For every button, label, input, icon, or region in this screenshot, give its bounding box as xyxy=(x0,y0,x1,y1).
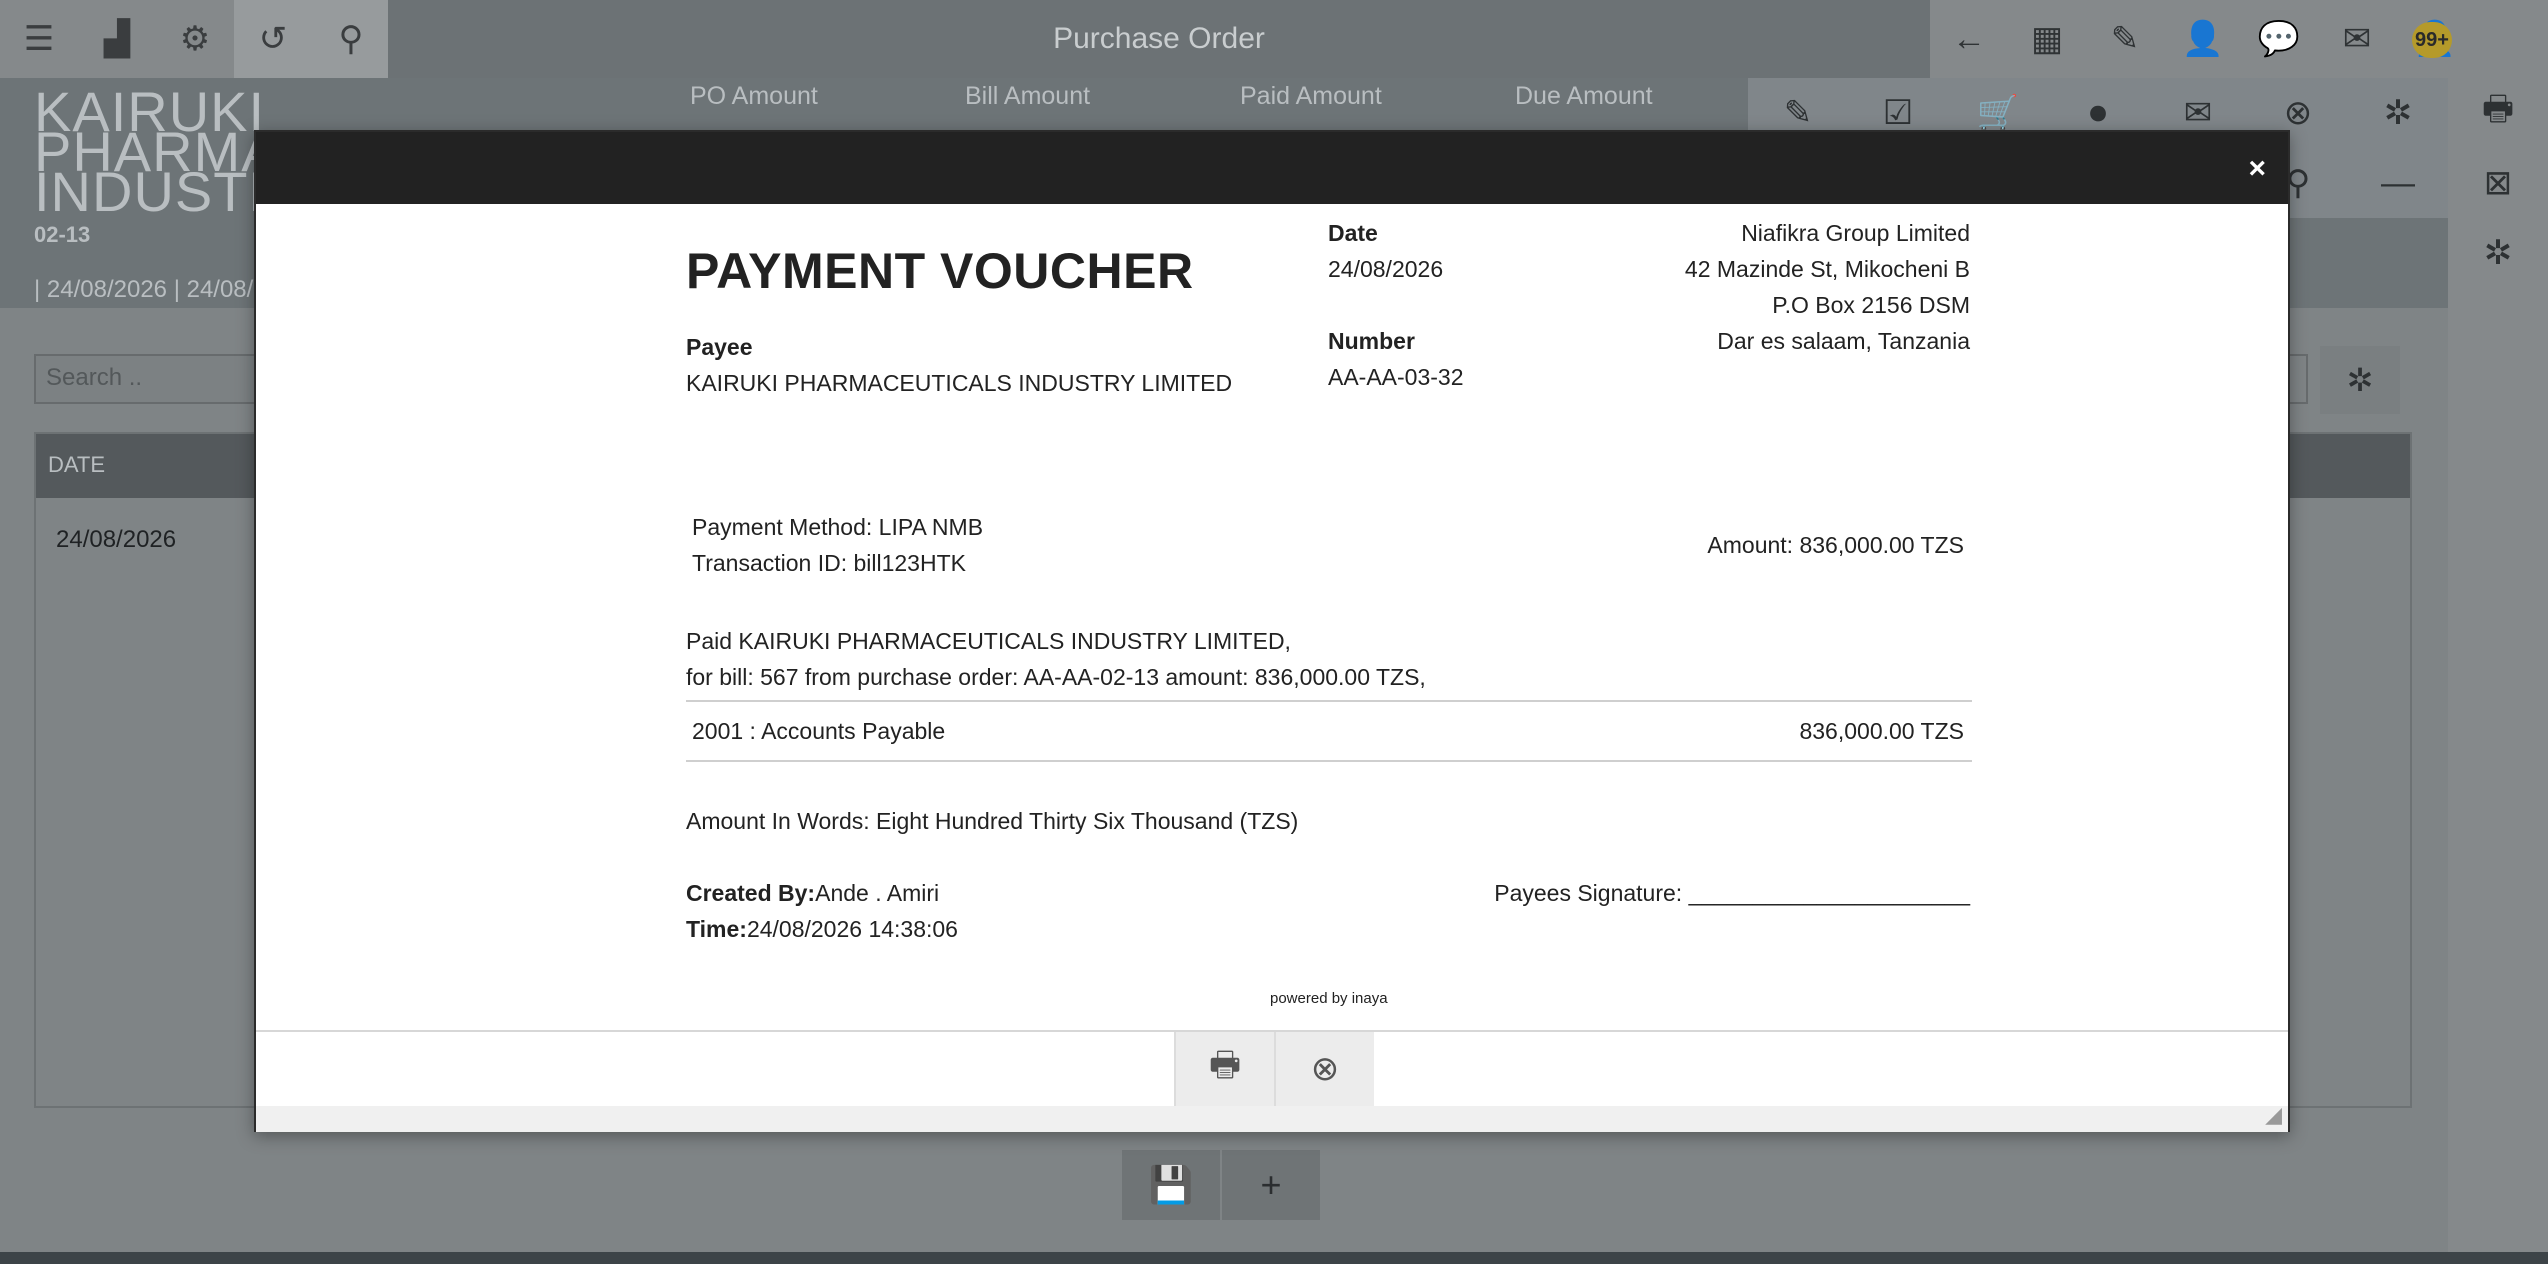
ledger-account: 2001 : Accounts Payable xyxy=(692,718,946,744)
created-by: Created By:Ande . Amiri xyxy=(686,880,939,907)
payment-method: Payment Method: LIPA NMB xyxy=(692,514,984,540)
notification-badge: 99+ xyxy=(2412,22,2452,58)
row-date: 24/08/2026 xyxy=(56,526,177,553)
date-label: Date xyxy=(1328,220,1378,246)
issuer-address-3: Dar es salaam, Tanzania xyxy=(1717,328,1970,354)
divider xyxy=(686,700,1972,702)
plus-icon: + xyxy=(1260,1164,1282,1205)
modal-resize-bar: ◢ xyxy=(256,1102,2288,1132)
voucher-date: 24/08/2026 xyxy=(1328,256,1444,282)
bottom-strip xyxy=(0,1252,2548,1264)
time-value: 24/08/2026 14:38:06 xyxy=(746,916,958,942)
spinner-icon: ✲ xyxy=(2346,362,2374,398)
cancel-icon: ⊗ xyxy=(1310,1050,1340,1088)
top-right-toolbar: ← ▦ ✎ 👤 xyxy=(1930,0,2242,78)
page-title-bar: Purchase Order xyxy=(388,0,1930,78)
divider xyxy=(686,760,1972,762)
company-name: KAIRUKI PHARMACEUTICALS INDUSTRY xyxy=(34,92,274,212)
bottom-toolbar: 💾 + xyxy=(1122,1150,1320,1220)
amount-in-words: Amount In Words: Eight Hundred Thirty Si… xyxy=(686,808,1299,834)
voucher-document: PAYMENT VOUCHER Payee KAIRUKI PHARMACEUT… xyxy=(256,204,2288,1030)
created-by-label: Created By: xyxy=(686,880,816,906)
order-ref: 02-13 xyxy=(34,222,91,247)
chat-icon[interactable]: 💬 xyxy=(2240,0,2318,78)
users-icon[interactable]: 👤 xyxy=(2164,0,2242,78)
menu-icon[interactable]: ☰ xyxy=(0,0,78,78)
search-input[interactable]: Search .. xyxy=(34,354,264,404)
page-title: Purchase Order xyxy=(1053,22,1265,55)
close-button[interactable]: ⊗ xyxy=(1274,1032,1374,1106)
powered-by: powered by inaya xyxy=(1270,990,1388,1007)
ledger-amount: 836,000.00 TZS xyxy=(1799,718,1964,744)
tab-bill-amount[interactable]: Bill Amount xyxy=(965,82,1240,111)
number-label: Number xyxy=(1328,328,1415,354)
mail-icon[interactable]: ✉ xyxy=(2318,0,2396,78)
print-icon[interactable]: 🖶 xyxy=(2448,78,2548,148)
gears-icon[interactable]: ⚙ xyxy=(156,0,234,78)
minus-icon[interactable]: — xyxy=(2348,148,2448,218)
modal-titlebar[interactable]: × xyxy=(256,132,2288,204)
issuer-address-1: 42 Mazinde St, Mikocheni B xyxy=(1684,256,1970,282)
side-toolbar: 🖶 ⊠ ✲ xyxy=(2448,78,2548,1264)
payment-voucher-modal: × PAYMENT VOUCHER Payee KAIRUKI PHARMACE… xyxy=(254,130,2290,1132)
tab-po-amount[interactable]: PO Amount xyxy=(690,82,965,111)
payee-label: Payee xyxy=(686,334,753,360)
modal-footer: 🖶 ⊗ xyxy=(256,1030,2288,1106)
voucher-title: PAYMENT VOUCHER xyxy=(686,243,1194,299)
save-icon: 💾 xyxy=(1148,1164,1194,1205)
spinner-icon[interactable]: ✲ xyxy=(2348,78,2448,148)
payee-signature: Payees Signature: ______________________ xyxy=(1494,880,1970,906)
payment-amount: Amount: 836,000.00 TZS xyxy=(1707,532,1964,558)
spinner-icon[interactable]: ✲ xyxy=(2448,218,2548,288)
transaction-id: Transaction ID: bill123HTK xyxy=(692,550,966,576)
payee-name: KAIRUKI PHARMACEUTICALS INDUSTRY LIMITED xyxy=(686,370,1233,396)
issuer-address-2: P.O Box 2156 DSM xyxy=(1772,292,1970,318)
description-line-2: for bill: 567 from purchase order: AA-AA… xyxy=(686,664,1426,690)
description-line-1: Paid KAIRUKI PHARMACEUTICALS INDUSTRY LI… xyxy=(686,628,1291,654)
history-icon[interactable]: ↺ xyxy=(234,0,312,78)
excel-icon[interactable]: ⊠ xyxy=(2448,148,2548,218)
created-time: Time:24/08/2026 14:38:06 xyxy=(686,916,958,943)
time-label: Time: xyxy=(686,916,747,942)
tab-paid-amount[interactable]: Paid Amount xyxy=(1240,82,1515,111)
back-arrow-icon[interactable]: ← xyxy=(1930,0,2008,78)
save-button[interactable]: 💾 xyxy=(1122,1150,1220,1220)
close-icon[interactable]: × xyxy=(2248,152,2266,186)
calculator-icon[interactable]: ▦ xyxy=(2008,0,2086,78)
add-button[interactable]: + xyxy=(1222,1150,1320,1220)
modal-footer-buttons: 🖶 ⊗ xyxy=(1174,1032,1374,1106)
print-icon: 🖶 xyxy=(1208,1045,1242,1084)
issuer-name: Niafikra Group Limited xyxy=(1741,220,1970,246)
amount-tabs: PO Amount Bill Amount Paid Amount Due Am… xyxy=(690,82,1790,111)
brush-icon[interactable]: ✎ xyxy=(2086,0,2164,78)
print-button[interactable]: 🖶 xyxy=(1174,1032,1274,1106)
created-by-value: Ande . Amiri xyxy=(815,880,940,906)
refresh-button[interactable]: ✲ xyxy=(2320,346,2400,414)
top-left-toolbar: ☰ ▟ ⚙ ↺ ⚲ xyxy=(0,0,390,78)
chart-icon[interactable]: ▟ xyxy=(78,0,156,78)
voucher-number: AA-AA-03-32 xyxy=(1328,364,1464,390)
resize-grip-icon[interactable]: ◢ xyxy=(2265,1102,2282,1128)
search-icon[interactable]: ⚲ xyxy=(312,0,390,78)
